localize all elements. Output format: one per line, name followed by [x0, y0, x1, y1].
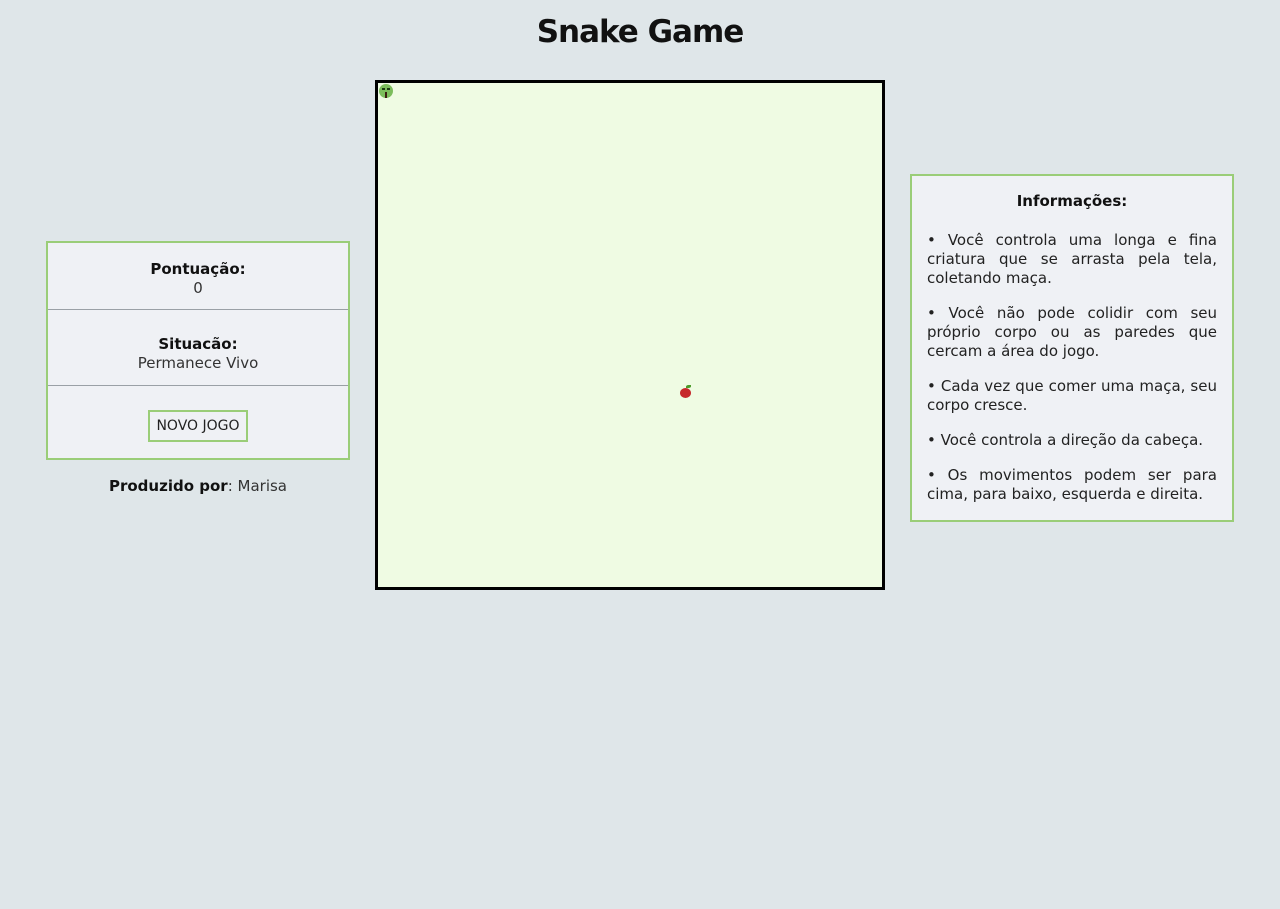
- info-title: Informações:: [1016, 192, 1128, 210]
- apple-body: [680, 388, 691, 398]
- info-item: • Os movimentos podem ser para cima, par…: [927, 466, 1217, 503]
- info-item: • Você controla uma longa e fina criatur…: [927, 231, 1217, 287]
- left-column: Pontuação: 0 Situacão: Permanece Vivo NO…: [46, 241, 350, 496]
- credits: Produzido por: Marisa: [46, 476, 350, 496]
- info-panel: Informações: • Você controla uma longa e…: [910, 174, 1234, 522]
- status-panel: Pontuação: 0 Situacão: Permanece Vivo NO…: [46, 241, 350, 460]
- credits-separator: :: [227, 477, 238, 495]
- info-item: • Cada vez que comer uma maça, seu corpo…: [927, 377, 1217, 414]
- page-title: Snake Game: [536, 14, 745, 50]
- score-label: Pontuação:: [150, 260, 246, 278]
- score-section: Pontuação: 0: [48, 243, 348, 310]
- state-section: Situacão: Permanece Vivo: [48, 310, 348, 386]
- info-item: • Você controla a direção da cabeça.: [927, 431, 1204, 449]
- snake-head-icon: [379, 84, 393, 98]
- apple-leaf: [686, 385, 691, 388]
- new-game-section: NOVO JOGO: [48, 386, 348, 458]
- credits-label: Produzido por: [108, 477, 228, 495]
- info-item: • Você não pode colidir com seu próprio …: [927, 304, 1217, 360]
- state-label: Situacão:: [158, 335, 238, 353]
- snake-tongue: [385, 92, 387, 98]
- credits-author: Marisa: [237, 477, 287, 495]
- new-game-button[interactable]: NOVO JOGO: [148, 410, 248, 442]
- apple-icon: [680, 385, 692, 398]
- score-value: 0: [193, 279, 203, 297]
- game-board[interactable]: [375, 80, 885, 590]
- state-value: Permanece Vivo: [137, 354, 259, 372]
